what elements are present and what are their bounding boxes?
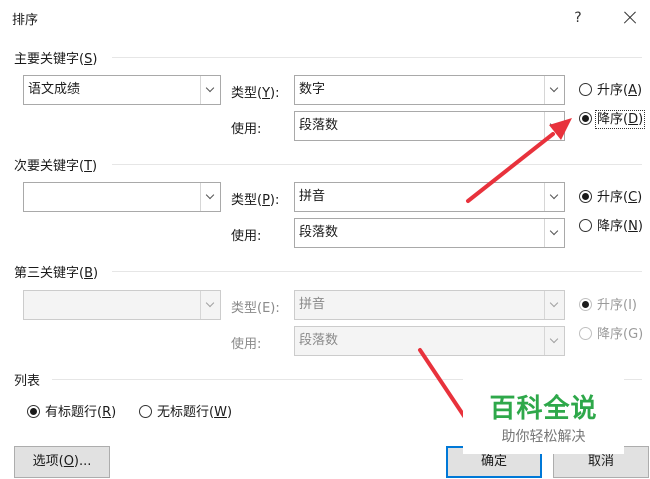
help-button[interactable]: ? (566, 6, 590, 30)
secondary-type-value: 拼音 (299, 189, 326, 204)
primary-column-select[interactable]: 语文成绩 (23, 75, 221, 105)
primary-use-select[interactable]: 段落数 (294, 111, 565, 141)
chevron-down-icon[interactable] (544, 183, 564, 211)
radio-icon (579, 327, 592, 340)
chevron-down-icon[interactable] (544, 219, 564, 247)
chevron-down-icon[interactable] (544, 327, 564, 355)
chevron-down-icon[interactable] (200, 183, 220, 211)
chevron-down-icon[interactable] (544, 291, 564, 319)
list-label: 列表 (14, 374, 41, 389)
primary-type-label: 类型(Y): (231, 86, 280, 101)
secondary-type-select[interactable]: 拼音 (294, 182, 565, 212)
tertiary-key-label: 第三关键字(B) (14, 266, 99, 281)
chevron-down-icon[interactable] (544, 76, 564, 104)
primary-type-select[interactable]: 数字 (294, 75, 565, 105)
secondary-asc-radio[interactable]: 升序(C) (579, 186, 642, 205)
options-button[interactable]: 选项(O)... (14, 446, 110, 478)
title-bar: 排序 ? (0, 0, 650, 36)
watermark-logo: 百科全说 助你轻松解决 (463, 374, 624, 454)
tertiary-asc-radio[interactable]: 升序(I) (579, 294, 637, 313)
secondary-use-select[interactable]: 段落数 (294, 218, 565, 248)
radio-icon (139, 405, 152, 418)
primary-asc-radio[interactable]: 升序(A) (579, 79, 642, 98)
dialog-title: 排序 (12, 13, 39, 28)
radio-selected-icon (579, 298, 592, 311)
primary-type-value: 数字 (299, 82, 326, 97)
primary-key-label: 主要关键字(S) (14, 52, 98, 67)
radio-selected-icon (27, 405, 40, 418)
watermark-main: 百科全说 (489, 394, 598, 424)
secondary-divider (112, 164, 642, 165)
tertiary-type-value: 拼音 (299, 297, 326, 312)
radio-icon (579, 83, 592, 96)
close-icon[interactable] (617, 5, 643, 31)
primary-use-value: 段落数 (299, 118, 339, 133)
primary-divider (112, 57, 642, 58)
primary-column-value: 语文成绩 (28, 82, 81, 97)
tertiary-use-value: 段落数 (299, 333, 339, 348)
radio-selected-icon (579, 112, 592, 125)
no-header-row-radio[interactable]: 无标题行(W) (139, 401, 232, 420)
primary-desc-radio[interactable]: 降序(D) (579, 108, 646, 129)
radio-icon (579, 219, 592, 232)
secondary-use-label: 使用: (231, 229, 262, 244)
radio-selected-icon (579, 190, 592, 203)
primary-use-label: 使用: (231, 122, 262, 137)
secondary-column-select[interactable] (23, 182, 221, 212)
secondary-desc-radio[interactable]: 降序(N) (579, 215, 643, 234)
tertiary-divider (112, 271, 642, 272)
chevron-down-icon[interactable] (200, 291, 220, 319)
tertiary-type-label: 类型(E): (231, 301, 280, 316)
tertiary-use-label: 使用: (231, 337, 262, 352)
secondary-type-label: 类型(P): (231, 193, 280, 208)
tertiary-type-select[interactable]: 拼音 (294, 290, 565, 320)
header-row-radio[interactable]: 有标题行(R) (27, 401, 116, 420)
tertiary-use-select[interactable]: 段落数 (294, 326, 565, 356)
secondary-key-label: 次要关键字(T) (14, 159, 98, 174)
tertiary-column-select[interactable] (23, 290, 221, 320)
chevron-down-icon[interactable] (200, 76, 220, 104)
watermark-sub: 助你轻松解决 (501, 429, 586, 445)
secondary-use-value: 段落数 (299, 225, 339, 240)
chevron-down-icon[interactable] (544, 112, 564, 140)
tertiary-desc-radio[interactable]: 降序(G) (579, 323, 643, 342)
